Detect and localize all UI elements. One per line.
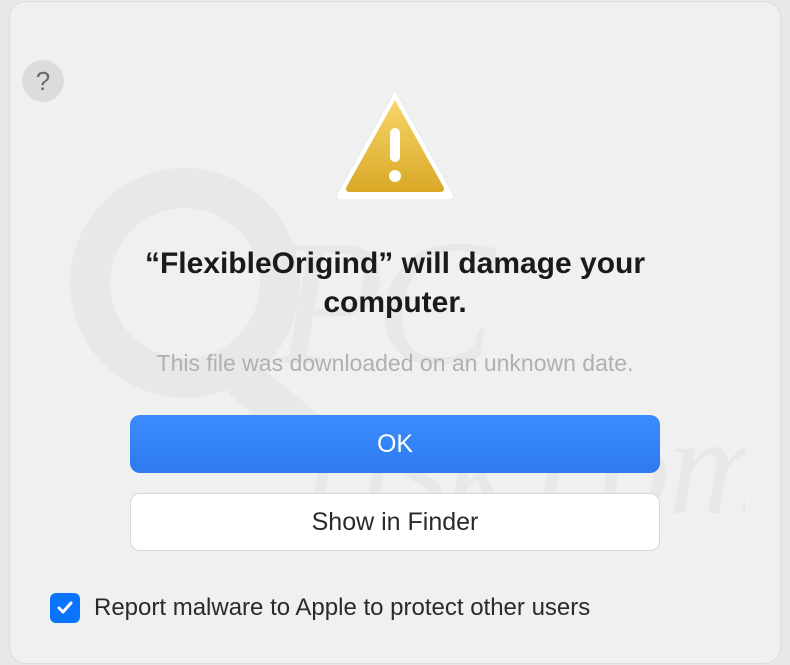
malware-warning-dialog: PC risk.com ? “FlexibleOrigind” will dam… bbox=[10, 2, 780, 663]
icon-area bbox=[50, 84, 740, 204]
report-checkbox-label: Report malware to Apple to protect other… bbox=[94, 594, 590, 622]
button-row: OK Show in Finder bbox=[50, 415, 740, 551]
warning-icon bbox=[330, 84, 460, 204]
show-in-finder-button[interactable]: Show in Finder bbox=[130, 493, 660, 551]
help-icon: ? bbox=[36, 66, 50, 97]
checkmark-icon bbox=[55, 598, 75, 618]
ok-button[interactable]: OK bbox=[130, 415, 660, 473]
dialog-heading: “FlexibleOrigind” will damage your compu… bbox=[50, 244, 740, 322]
dialog-subtext: This file was downloaded on an unknown d… bbox=[50, 350, 740, 377]
report-checkbox-row: Report malware to Apple to protect other… bbox=[50, 593, 740, 623]
report-checkbox[interactable] bbox=[50, 593, 80, 623]
